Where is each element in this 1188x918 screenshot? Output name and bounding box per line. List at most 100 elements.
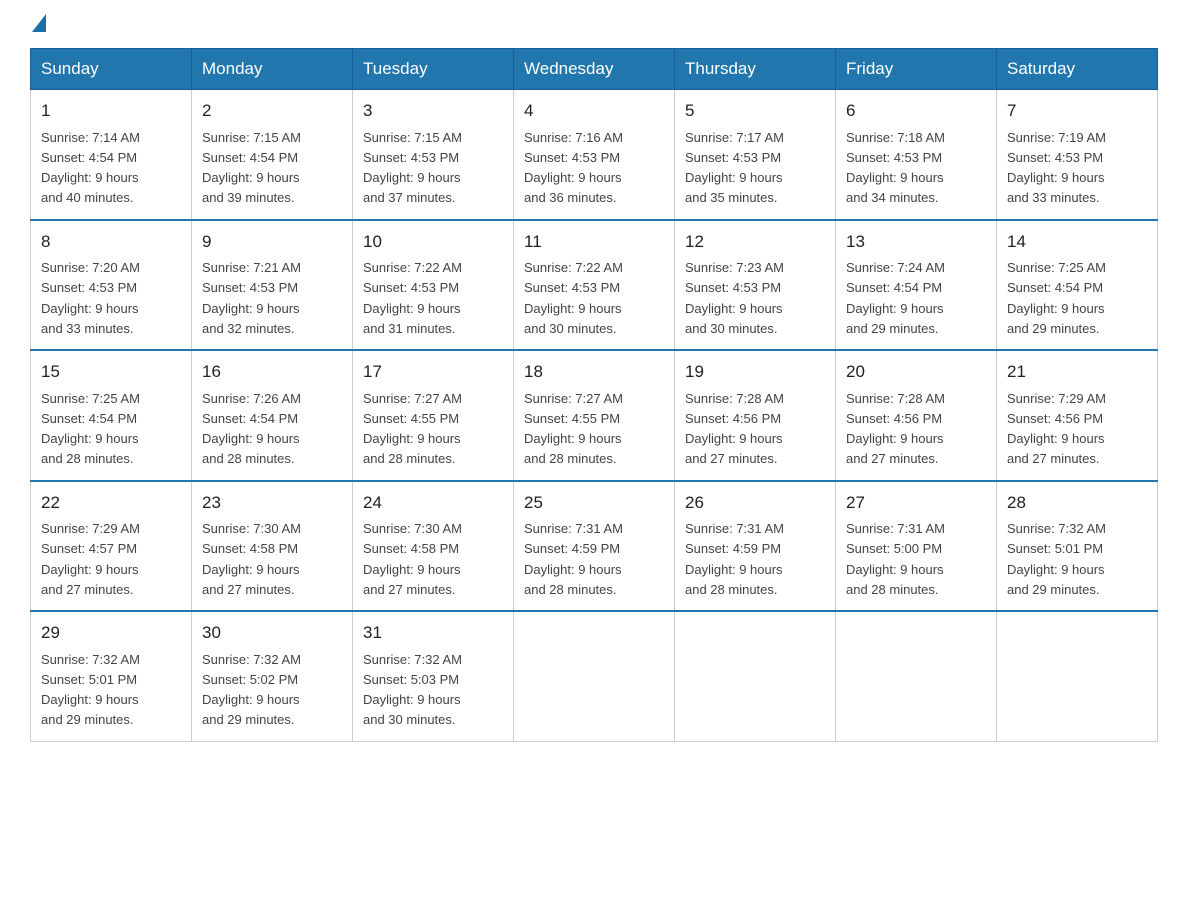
day-number: 11 (524, 229, 664, 255)
calendar-day-cell: 2 Sunrise: 7:15 AMSunset: 4:54 PMDayligh… (192, 90, 353, 220)
calendar-day-cell: 16 Sunrise: 7:26 AMSunset: 4:54 PMDaylig… (192, 350, 353, 481)
day-number: 4 (524, 98, 664, 124)
logo-triangle-icon (32, 14, 46, 32)
calendar-day-cell: 10 Sunrise: 7:22 AMSunset: 4:53 PMDaylig… (353, 220, 514, 351)
calendar-week-row: 1 Sunrise: 7:14 AMSunset: 4:54 PMDayligh… (31, 90, 1158, 220)
day-of-week-header: Friday (836, 49, 997, 90)
calendar-day-cell: 17 Sunrise: 7:27 AMSunset: 4:55 PMDaylig… (353, 350, 514, 481)
calendar-day-cell: 14 Sunrise: 7:25 AMSunset: 4:54 PMDaylig… (997, 220, 1158, 351)
day-number: 21 (1007, 359, 1147, 385)
day-info: Sunrise: 7:14 AMSunset: 4:54 PMDaylight:… (41, 130, 140, 206)
day-info: Sunrise: 7:15 AMSunset: 4:53 PMDaylight:… (363, 130, 462, 206)
logo (30, 20, 46, 28)
day-number: 12 (685, 229, 825, 255)
calendar-day-cell: 3 Sunrise: 7:15 AMSunset: 4:53 PMDayligh… (353, 90, 514, 220)
day-info: Sunrise: 7:27 AMSunset: 4:55 PMDaylight:… (524, 391, 623, 467)
calendar-day-cell: 9 Sunrise: 7:21 AMSunset: 4:53 PMDayligh… (192, 220, 353, 351)
day-number: 30 (202, 620, 342, 646)
day-info: Sunrise: 7:21 AMSunset: 4:53 PMDaylight:… (202, 260, 301, 336)
calendar-day-cell: 20 Sunrise: 7:28 AMSunset: 4:56 PMDaylig… (836, 350, 997, 481)
day-info: Sunrise: 7:24 AMSunset: 4:54 PMDaylight:… (846, 260, 945, 336)
calendar-day-cell: 25 Sunrise: 7:31 AMSunset: 4:59 PMDaylig… (514, 481, 675, 612)
day-info: Sunrise: 7:25 AMSunset: 4:54 PMDaylight:… (1007, 260, 1106, 336)
calendar-week-row: 22 Sunrise: 7:29 AMSunset: 4:57 PMDaylig… (31, 481, 1158, 612)
day-number: 24 (363, 490, 503, 516)
calendar-day-cell: 6 Sunrise: 7:18 AMSunset: 4:53 PMDayligh… (836, 90, 997, 220)
day-info: Sunrise: 7:31 AMSunset: 4:59 PMDaylight:… (685, 521, 784, 597)
day-number: 16 (202, 359, 342, 385)
calendar-table: SundayMondayTuesdayWednesdayThursdayFrid… (30, 48, 1158, 742)
day-number: 20 (846, 359, 986, 385)
calendar-day-cell (514, 611, 675, 741)
day-info: Sunrise: 7:29 AMSunset: 4:57 PMDaylight:… (41, 521, 140, 597)
day-number: 26 (685, 490, 825, 516)
calendar-day-cell: 18 Sunrise: 7:27 AMSunset: 4:55 PMDaylig… (514, 350, 675, 481)
day-info: Sunrise: 7:32 AMSunset: 5:02 PMDaylight:… (202, 652, 301, 728)
day-info: Sunrise: 7:25 AMSunset: 4:54 PMDaylight:… (41, 391, 140, 467)
day-number: 3 (363, 98, 503, 124)
day-info: Sunrise: 7:15 AMSunset: 4:54 PMDaylight:… (202, 130, 301, 206)
day-number: 14 (1007, 229, 1147, 255)
calendar-week-row: 8 Sunrise: 7:20 AMSunset: 4:53 PMDayligh… (31, 220, 1158, 351)
calendar-day-cell: 8 Sunrise: 7:20 AMSunset: 4:53 PMDayligh… (31, 220, 192, 351)
day-number: 18 (524, 359, 664, 385)
day-info: Sunrise: 7:26 AMSunset: 4:54 PMDaylight:… (202, 391, 301, 467)
day-of-week-header: Thursday (675, 49, 836, 90)
day-number: 22 (41, 490, 181, 516)
day-info: Sunrise: 7:17 AMSunset: 4:53 PMDaylight:… (685, 130, 784, 206)
day-info: Sunrise: 7:29 AMSunset: 4:56 PMDaylight:… (1007, 391, 1106, 467)
calendar-day-cell: 31 Sunrise: 7:32 AMSunset: 5:03 PMDaylig… (353, 611, 514, 741)
day-info: Sunrise: 7:20 AMSunset: 4:53 PMDaylight:… (41, 260, 140, 336)
day-of-week-header: Sunday (31, 49, 192, 90)
day-info: Sunrise: 7:28 AMSunset: 4:56 PMDaylight:… (846, 391, 945, 467)
day-number: 10 (363, 229, 503, 255)
calendar-day-cell: 27 Sunrise: 7:31 AMSunset: 5:00 PMDaylig… (836, 481, 997, 612)
calendar-day-cell: 7 Sunrise: 7:19 AMSunset: 4:53 PMDayligh… (997, 90, 1158, 220)
day-info: Sunrise: 7:19 AMSunset: 4:53 PMDaylight:… (1007, 130, 1106, 206)
calendar-week-row: 29 Sunrise: 7:32 AMSunset: 5:01 PMDaylig… (31, 611, 1158, 741)
calendar-week-row: 15 Sunrise: 7:25 AMSunset: 4:54 PMDaylig… (31, 350, 1158, 481)
day-number: 31 (363, 620, 503, 646)
calendar-day-cell: 19 Sunrise: 7:28 AMSunset: 4:56 PMDaylig… (675, 350, 836, 481)
calendar-day-cell: 12 Sunrise: 7:23 AMSunset: 4:53 PMDaylig… (675, 220, 836, 351)
calendar-day-cell: 13 Sunrise: 7:24 AMSunset: 4:54 PMDaylig… (836, 220, 997, 351)
calendar-day-cell: 5 Sunrise: 7:17 AMSunset: 4:53 PMDayligh… (675, 90, 836, 220)
day-number: 7 (1007, 98, 1147, 124)
calendar-day-cell: 28 Sunrise: 7:32 AMSunset: 5:01 PMDaylig… (997, 481, 1158, 612)
calendar-day-cell (675, 611, 836, 741)
day-number: 5 (685, 98, 825, 124)
day-number: 8 (41, 229, 181, 255)
day-number: 13 (846, 229, 986, 255)
calendar-day-cell (836, 611, 997, 741)
calendar-day-cell: 21 Sunrise: 7:29 AMSunset: 4:56 PMDaylig… (997, 350, 1158, 481)
day-info: Sunrise: 7:32 AMSunset: 5:01 PMDaylight:… (1007, 521, 1106, 597)
day-info: Sunrise: 7:27 AMSunset: 4:55 PMDaylight:… (363, 391, 462, 467)
day-number: 9 (202, 229, 342, 255)
calendar-day-cell: 4 Sunrise: 7:16 AMSunset: 4:53 PMDayligh… (514, 90, 675, 220)
calendar-day-cell: 15 Sunrise: 7:25 AMSunset: 4:54 PMDaylig… (31, 350, 192, 481)
day-number: 29 (41, 620, 181, 646)
day-number: 19 (685, 359, 825, 385)
day-info: Sunrise: 7:30 AMSunset: 4:58 PMDaylight:… (202, 521, 301, 597)
day-info: Sunrise: 7:32 AMSunset: 5:01 PMDaylight:… (41, 652, 140, 728)
day-info: Sunrise: 7:22 AMSunset: 4:53 PMDaylight:… (363, 260, 462, 336)
day-info: Sunrise: 7:22 AMSunset: 4:53 PMDaylight:… (524, 260, 623, 336)
day-info: Sunrise: 7:31 AMSunset: 5:00 PMDaylight:… (846, 521, 945, 597)
day-of-week-header: Monday (192, 49, 353, 90)
calendar-day-cell: 30 Sunrise: 7:32 AMSunset: 5:02 PMDaylig… (192, 611, 353, 741)
calendar-day-cell: 1 Sunrise: 7:14 AMSunset: 4:54 PMDayligh… (31, 90, 192, 220)
calendar-header: SundayMondayTuesdayWednesdayThursdayFrid… (31, 49, 1158, 90)
calendar-day-cell: 11 Sunrise: 7:22 AMSunset: 4:53 PMDaylig… (514, 220, 675, 351)
day-info: Sunrise: 7:32 AMSunset: 5:03 PMDaylight:… (363, 652, 462, 728)
day-info: Sunrise: 7:30 AMSunset: 4:58 PMDaylight:… (363, 521, 462, 597)
day-number: 15 (41, 359, 181, 385)
day-number: 27 (846, 490, 986, 516)
day-number: 17 (363, 359, 503, 385)
day-number: 25 (524, 490, 664, 516)
day-number: 23 (202, 490, 342, 516)
day-of-week-header: Tuesday (353, 49, 514, 90)
day-info: Sunrise: 7:18 AMSunset: 4:53 PMDaylight:… (846, 130, 945, 206)
day-info: Sunrise: 7:28 AMSunset: 4:56 PMDaylight:… (685, 391, 784, 467)
day-number: 2 (202, 98, 342, 124)
day-number: 6 (846, 98, 986, 124)
